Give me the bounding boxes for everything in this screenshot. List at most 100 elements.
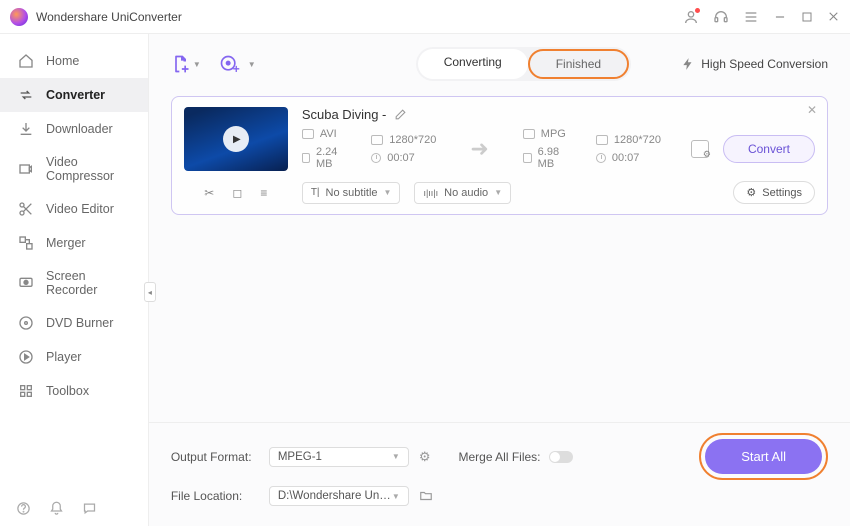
res-icon bbox=[596, 135, 608, 145]
video-thumbnail[interactable]: ▶ bbox=[184, 107, 288, 171]
target-format-icon[interactable] bbox=[691, 140, 709, 158]
user-icon[interactable] bbox=[683, 9, 699, 25]
dvd-icon bbox=[18, 315, 34, 331]
merge-icon bbox=[18, 235, 34, 251]
video-title: Scuba Diving - bbox=[302, 107, 387, 122]
sidebar-item-label: Toolbox bbox=[46, 384, 89, 398]
sidebar-item-screen-recorder[interactable]: Screen Recorder bbox=[0, 260, 148, 306]
res-icon bbox=[371, 135, 383, 145]
sidebar-item-toolbox[interactable]: Toolbox bbox=[0, 374, 148, 408]
edit-title-icon[interactable] bbox=[394, 108, 407, 121]
app-logo bbox=[10, 8, 28, 26]
settings-label: Settings bbox=[762, 187, 802, 199]
subtitle-value: No subtitle bbox=[326, 187, 378, 199]
dst-res: 1280*720 bbox=[614, 134, 661, 146]
sidebar-item-label: DVD Burner bbox=[46, 316, 113, 330]
audio-icon: ı|ıı|ı bbox=[423, 188, 438, 198]
add-disc-button[interactable]: +▼ bbox=[219, 54, 256, 74]
folder-icon bbox=[302, 153, 310, 163]
sidebar-item-label: Player bbox=[46, 350, 81, 364]
output-format-dropdown[interactable]: MPEG-1▼ bbox=[269, 447, 409, 467]
clock-icon bbox=[371, 153, 381, 163]
src-res: 1280*720 bbox=[389, 134, 436, 146]
minimize-icon[interactable] bbox=[773, 10, 787, 24]
format-icon bbox=[302, 129, 314, 139]
tab-finished[interactable]: Finished bbox=[528, 49, 629, 79]
sidebar-item-video-editor[interactable]: Video Editor bbox=[0, 192, 148, 226]
file-location-label: File Location: bbox=[171, 489, 259, 503]
open-folder-icon[interactable] bbox=[419, 489, 433, 503]
hsc-label: High Speed Conversion bbox=[701, 57, 828, 71]
format-icon bbox=[523, 129, 535, 139]
subtitle-icon: T| bbox=[311, 187, 320, 198]
tab-converting[interactable]: Converting bbox=[418, 49, 528, 79]
high-speed-toggle[interactable]: High Speed Conversion bbox=[681, 57, 828, 71]
dst-format: MPG bbox=[541, 128, 566, 140]
record-icon bbox=[18, 275, 34, 291]
cut-icon[interactable]: ✂ bbox=[204, 186, 214, 200]
headset-icon[interactable] bbox=[713, 9, 729, 25]
sidebar-item-label: Downloader bbox=[46, 122, 113, 136]
collapse-handle[interactable]: ◂ bbox=[144, 282, 156, 302]
video-card: ✕ ▶ Scuba Diving - bbox=[171, 96, 828, 215]
subtitle-dropdown[interactable]: T| No subtitle ▼ bbox=[302, 182, 401, 204]
menu-icon[interactable] bbox=[743, 9, 759, 25]
close-icon[interactable] bbox=[827, 10, 840, 23]
more-icon[interactable]: ≡ bbox=[260, 186, 267, 200]
sidebar-item-label: Video Compressor bbox=[46, 155, 130, 183]
audio-dropdown[interactable]: ı|ıı|ı No audio ▼ bbox=[414, 182, 511, 204]
format-gear-icon[interactable]: ⚙ bbox=[419, 449, 431, 465]
sidebar-item-label: Home bbox=[46, 54, 79, 68]
sidebar: Home Converter Downloader Video Compressor V… bbox=[0, 34, 149, 526]
feedback-icon[interactable] bbox=[82, 501, 97, 516]
src-size: 2.24 MB bbox=[316, 146, 341, 170]
src-format: AVI bbox=[320, 128, 337, 140]
titlebar: Wondershare UniConverter bbox=[0, 0, 850, 34]
gear-icon: ⚙ bbox=[746, 186, 756, 199]
convert-button[interactable]: Convert bbox=[723, 135, 815, 163]
merge-label: Merge All Files: bbox=[458, 450, 540, 464]
sidebar-item-converter[interactable]: Converter bbox=[0, 78, 148, 112]
help-icon[interactable] bbox=[16, 501, 31, 516]
settings-button[interactable]: ⚙ Settings bbox=[733, 181, 815, 204]
sidebar-item-label: Merger bbox=[46, 236, 86, 250]
download-icon bbox=[18, 121, 34, 137]
start-all-button[interactable]: Start All bbox=[705, 439, 822, 474]
play-icon: ▶ bbox=[223, 126, 249, 152]
merge-switch[interactable] bbox=[549, 451, 573, 463]
file-location-dropdown[interactable]: D:\Wondershare UniConverter▼ bbox=[269, 486, 409, 506]
sidebar-item-home[interactable]: Home bbox=[0, 44, 148, 78]
convert-icon bbox=[18, 87, 34, 103]
output-format-label: Output Format: bbox=[171, 450, 259, 464]
home-icon bbox=[18, 53, 34, 69]
sidebar-item-label: Screen Recorder bbox=[46, 269, 130, 297]
bell-icon[interactable] bbox=[49, 501, 64, 516]
sidebar-item-downloader[interactable]: Downloader bbox=[0, 112, 148, 146]
sidebar-item-video-compressor[interactable]: Video Compressor bbox=[0, 146, 148, 192]
app-title: Wondershare UniConverter bbox=[36, 10, 182, 24]
footer: Output Format: MPEG-1▼ ⚙ Merge All Files… bbox=[149, 422, 850, 526]
sidebar-item-dvd-burner[interactable]: DVD Burner bbox=[0, 306, 148, 340]
clock-icon bbox=[596, 153, 606, 163]
audio-value: No audio bbox=[444, 187, 488, 199]
sidebar-item-label: Video Editor bbox=[46, 202, 114, 216]
scissors-icon bbox=[18, 201, 34, 217]
sidebar-item-label: Converter bbox=[46, 88, 105, 102]
sidebar-item-player[interactable]: Player bbox=[0, 340, 148, 374]
compress-icon bbox=[18, 161, 34, 177]
bolt-icon bbox=[681, 57, 695, 71]
arrow-icon: ➜ bbox=[466, 136, 492, 162]
dst-dur: 00:07 bbox=[612, 152, 640, 164]
src-dur: 00:07 bbox=[387, 152, 415, 164]
crop-icon[interactable]: ◻ bbox=[232, 186, 242, 200]
play-icon bbox=[18, 349, 34, 365]
dst-size: 6.98 MB bbox=[538, 146, 566, 170]
folder-icon bbox=[523, 153, 532, 163]
grid-icon bbox=[18, 383, 34, 399]
sidebar-item-merger[interactable]: Merger bbox=[0, 226, 148, 260]
tab-group: Converting Finished bbox=[416, 47, 631, 81]
add-file-button[interactable]: ▼ bbox=[171, 54, 201, 74]
topbar: ▼ +▼ Converting Finished High Speed Conv… bbox=[149, 34, 850, 80]
card-close-icon[interactable]: ✕ bbox=[807, 103, 817, 117]
maximize-icon[interactable] bbox=[801, 11, 813, 23]
